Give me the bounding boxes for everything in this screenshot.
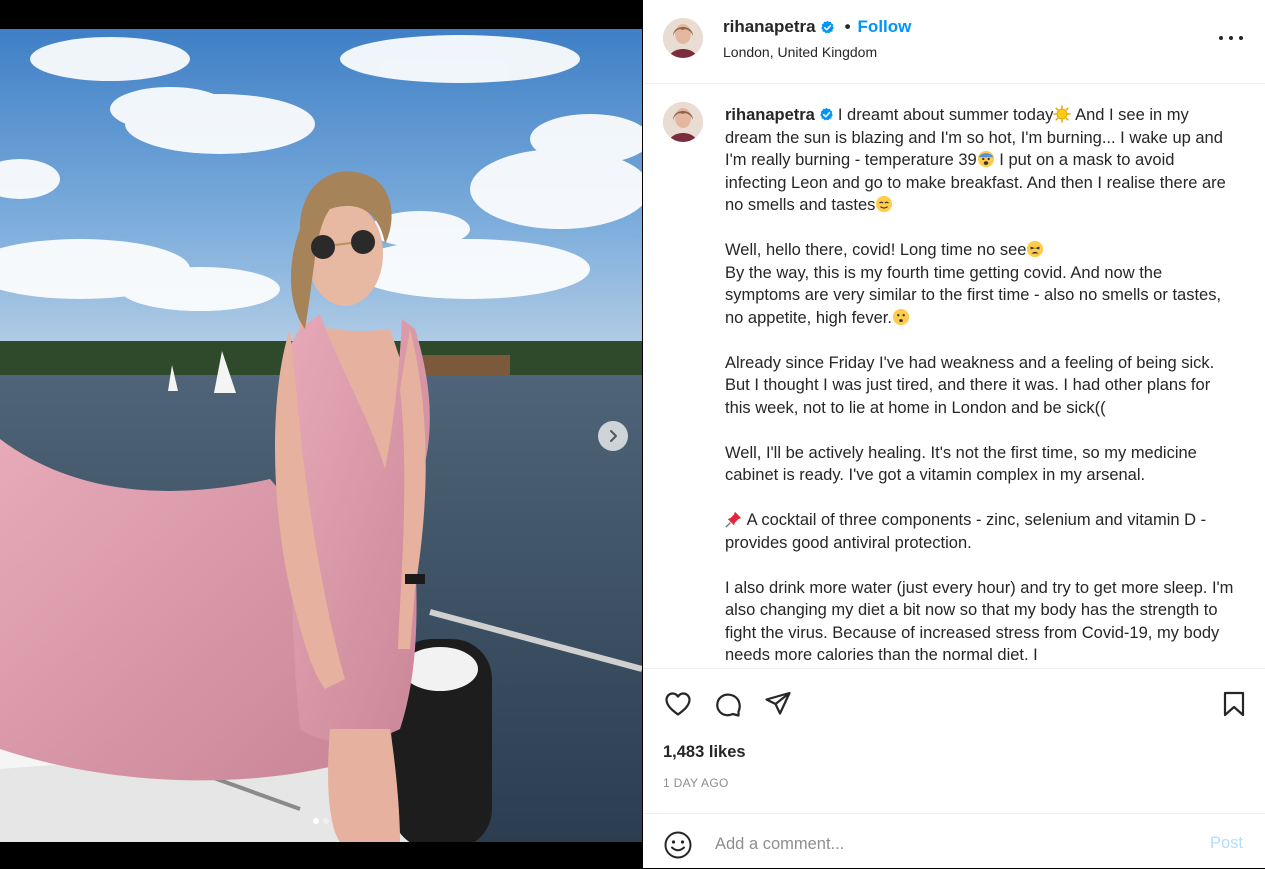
verified-badge-icon	[820, 107, 833, 121]
location-link[interactable]: London, United Kingdom	[723, 44, 877, 60]
likes-count[interactable]: 1,483 likes	[663, 743, 746, 762]
relieved-face-emoji-icon	[876, 195, 893, 213]
caption-scroll-area[interactable]: rihanapetra I dreamt about summer today A…	[643, 84, 1265, 668]
comment-input[interactable]	[713, 828, 1177, 860]
avatar[interactable]	[663, 102, 703, 142]
more-options-button[interactable]	[1219, 28, 1243, 48]
post-photo[interactable]	[0, 29, 642, 842]
more-options-icon	[1229, 36, 1233, 40]
anxious-face-emoji-icon	[977, 150, 994, 168]
username-link[interactable]: rihanapetra	[723, 17, 816, 37]
carousel-dot	[323, 818, 329, 824]
avatar-image	[663, 18, 703, 58]
sun-emoji-icon	[1053, 105, 1071, 123]
caption-text: Well, hello there, covid! Long time no s…	[725, 241, 1027, 259]
post-actions: 1,483 likes 1 DAY AGO	[643, 668, 1265, 799]
caption-text: I dreamt about summer today	[837, 106, 1054, 124]
chevron-right-icon	[610, 430, 617, 442]
heart-icon[interactable]	[663, 689, 693, 719]
pushpin-emoji-icon	[725, 511, 742, 528]
caption-username-link[interactable]: rihanapetra	[725, 106, 815, 124]
weary-face-emoji-icon	[1027, 240, 1044, 258]
post-timestamp[interactable]: 1 DAY AGO	[663, 776, 729, 790]
caption-text: By the way, this is my fourth time getti…	[725, 263, 1226, 327]
comment-bar: Post	[643, 813, 1265, 869]
caption-paragraph: rihanapetra I dreamt about summer today A…	[725, 104, 1235, 217]
caption-paragraph: Already since Friday I've had weakness a…	[725, 352, 1235, 420]
caption-paragraph: Well, hello there, covid! Long time no s…	[725, 239, 1235, 329]
caption-paragraph: Well, I'll be actively healing. It's not…	[725, 442, 1235, 487]
comment-bubble-icon[interactable]	[713, 689, 743, 719]
post-author: rihanapetra • Follow	[723, 17, 911, 37]
smiley-icon[interactable]	[663, 830, 693, 860]
caption-text: Well, I'll be actively healing. It's not…	[725, 443, 1202, 485]
bookmark-icon[interactable]	[1219, 689, 1249, 719]
confused-face-emoji-icon	[892, 308, 910, 325]
verified-badge-icon	[820, 20, 834, 33]
follow-button[interactable]: Follow	[858, 17, 912, 37]
caption-text: A cocktail of three components - zinc, s…	[725, 511, 1211, 552]
carousel-next-button[interactable]	[598, 421, 628, 451]
caption-text: I also drink more water (just every hour…	[725, 578, 1239, 665]
avatar-image	[663, 102, 703, 142]
post-header: rihanapetra • Follow London, United King…	[643, 0, 1265, 84]
more-options-icon	[1219, 36, 1223, 40]
post-photo-illustration	[0, 29, 642, 842]
avatar[interactable]	[663, 18, 703, 58]
caption-paragraph: I also drink more water (just every hour…	[725, 577, 1235, 667]
caption-paragraph: A cocktail of three components - zinc, s…	[725, 509, 1235, 554]
more-options-icon	[1239, 36, 1243, 40]
carousel-indicator	[0, 818, 642, 824]
separator-dot: •	[844, 17, 851, 36]
post-caption: rihanapetra I dreamt about summer today A…	[725, 104, 1235, 668]
post-media-panel	[0, 0, 642, 868]
post-comment-button[interactable]: Post	[1210, 834, 1243, 853]
paper-plane-icon[interactable]	[763, 689, 793, 719]
carousel-dot-active	[313, 818, 319, 824]
post-details-panel: rihanapetra • Follow London, United King…	[643, 0, 1265, 868]
caption-text: Already since Friday I've had weakness a…	[725, 353, 1219, 417]
